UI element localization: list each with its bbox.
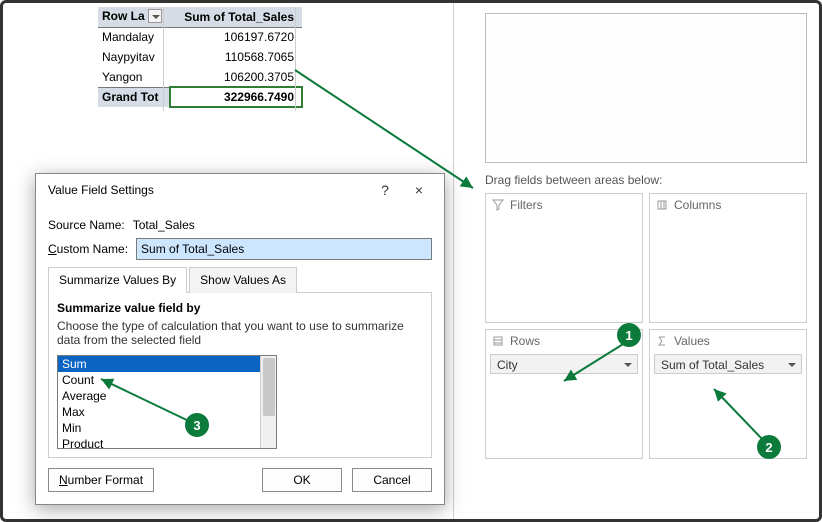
pivot-row-value: 110568.7065 [170, 47, 302, 67]
columns-icon [656, 199, 668, 211]
pane-divider[interactable] [453, 3, 454, 519]
drag-areas-label: Drag fields between areas below: [481, 163, 811, 193]
sigma-icon [656, 335, 668, 347]
pivot-row-label: Yangon [98, 67, 170, 87]
pivot-header-value: Sum of Total_Sales [170, 7, 302, 27]
callout-badge-2: 2 [757, 435, 781, 459]
summarize-function-listbox[interactable]: Sum Count Average Max Min Product [57, 355, 277, 449]
value-field-settings-dialog: Value Field Settings ? × Source Name: To… [35, 173, 445, 505]
filters-area[interactable]: Filters [485, 193, 643, 323]
option-min[interactable]: Min [58, 420, 276, 436]
cancel-button[interactable]: Cancel [352, 468, 432, 492]
rows-field-city[interactable]: City [490, 354, 638, 374]
dropdown-icon[interactable] [148, 9, 162, 23]
tab-show-values-as[interactable]: Show Values As [189, 267, 297, 293]
tab-summarize-values[interactable]: Summarize Values By [48, 267, 187, 293]
listbox-scrollbar[interactable] [260, 356, 276, 448]
pivot-total-value[interactable]: 322966.7490 [170, 87, 302, 107]
field-list[interactable] [485, 13, 807, 163]
close-button[interactable]: × [402, 182, 436, 198]
option-sum[interactable]: Sum [58, 356, 276, 372]
callout-badge-1: 1 [617, 323, 641, 347]
source-name-value: Total_Sales [133, 218, 195, 232]
pivot-header-rowlabels[interactable]: Row La [98, 7, 170, 27]
pivot-row-value: 106197.6720 [170, 27, 302, 47]
ok-button[interactable]: OK [262, 468, 342, 492]
dialog-title: Value Field Settings [48, 183, 368, 197]
filter-icon [492, 199, 504, 211]
number-format-button[interactable]: Number Format [48, 468, 154, 492]
help-button[interactable]: ? [368, 182, 402, 198]
columns-area[interactable]: Columns [649, 193, 807, 323]
summarize-desc: Choose the type of calculation that you … [57, 319, 423, 347]
pivot-row-label: Mandalay [98, 27, 170, 47]
summarize-title: Summarize value field by [57, 301, 423, 315]
rows-icon [492, 335, 504, 347]
option-average[interactable]: Average [58, 388, 276, 404]
source-name-label: Source Name: [48, 218, 125, 232]
pivot-row-value: 106200.3705 [170, 67, 302, 87]
option-count[interactable]: Count [58, 372, 276, 388]
pivot-total-label: Grand Tot [98, 87, 170, 107]
option-product[interactable]: Product [58, 436, 276, 449]
custom-name-input[interactable] [136, 238, 432, 260]
values-area[interactable]: Values Sum of Total_Sales [649, 329, 807, 459]
callout-badge-3: 3 [185, 413, 209, 437]
option-max[interactable]: Max [58, 404, 276, 420]
custom-name-label: Custom Name: [48, 242, 128, 256]
pivot-table: Row La Sum of Total_Sales Mandalay106197… [98, 7, 302, 107]
rows-area[interactable]: Rows City [485, 329, 643, 459]
pivot-row-label: Naypyitav [98, 47, 170, 67]
values-field-sum[interactable]: Sum of Total_Sales [654, 354, 802, 374]
pivot-fields-panel: Drag fields between areas below: Filters… [481, 9, 811, 509]
